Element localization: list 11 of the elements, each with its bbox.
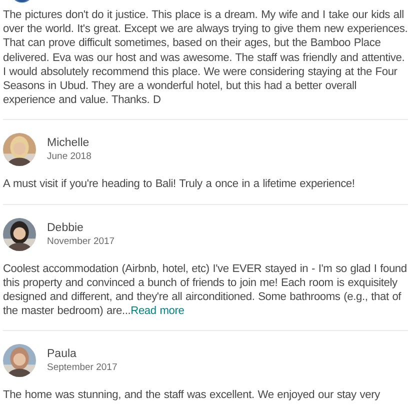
read-more-link[interactable]: Read more	[130, 305, 184, 318]
review-date: September 2017	[47, 362, 118, 374]
review-text: The pictures don't do it justice. This place is a dream. My wife and I take our kids all over the world. It's great. Except we are always trying to give them new experiences. That can prove difficult sometimes, based on their ages, but the Bamboo Place delivered. Eva was our host and was awesome. The staff was friendly and attentive. I would absolutely recommend this place. We were considering staying at the Four Seasons in Ubud. They are a wonderful hotel, but this had a better overall experience and value. Thanks. D	[3, 8, 408, 108]
review-text: The home was stunning, and the staff was excellent. We enjoyed our stay very	[3, 388, 381, 403]
reviewer-name: Debbie	[47, 222, 84, 234]
review-text: A must visit if you're heading to Bali! Truly a once in a lifetime experience!	[3, 177, 356, 192]
review-date: November 2017	[47, 236, 115, 247]
reviewer-name: Paula	[47, 348, 78, 360]
review-date: June 2018	[47, 151, 92, 162]
review-text: Coolest accommodation (Airbnb, hotel, etc) I've EVER stayed in - I'm so glad I found this property and convinced a bunch of friends to join me! Each room is exquisitely designed and different, and they're all airconditioned. Some bathrooms (e.g., that of the master bedroom) are...Read more	[3, 262, 408, 318]
reviewer-name: Michelle	[47, 137, 90, 150]
